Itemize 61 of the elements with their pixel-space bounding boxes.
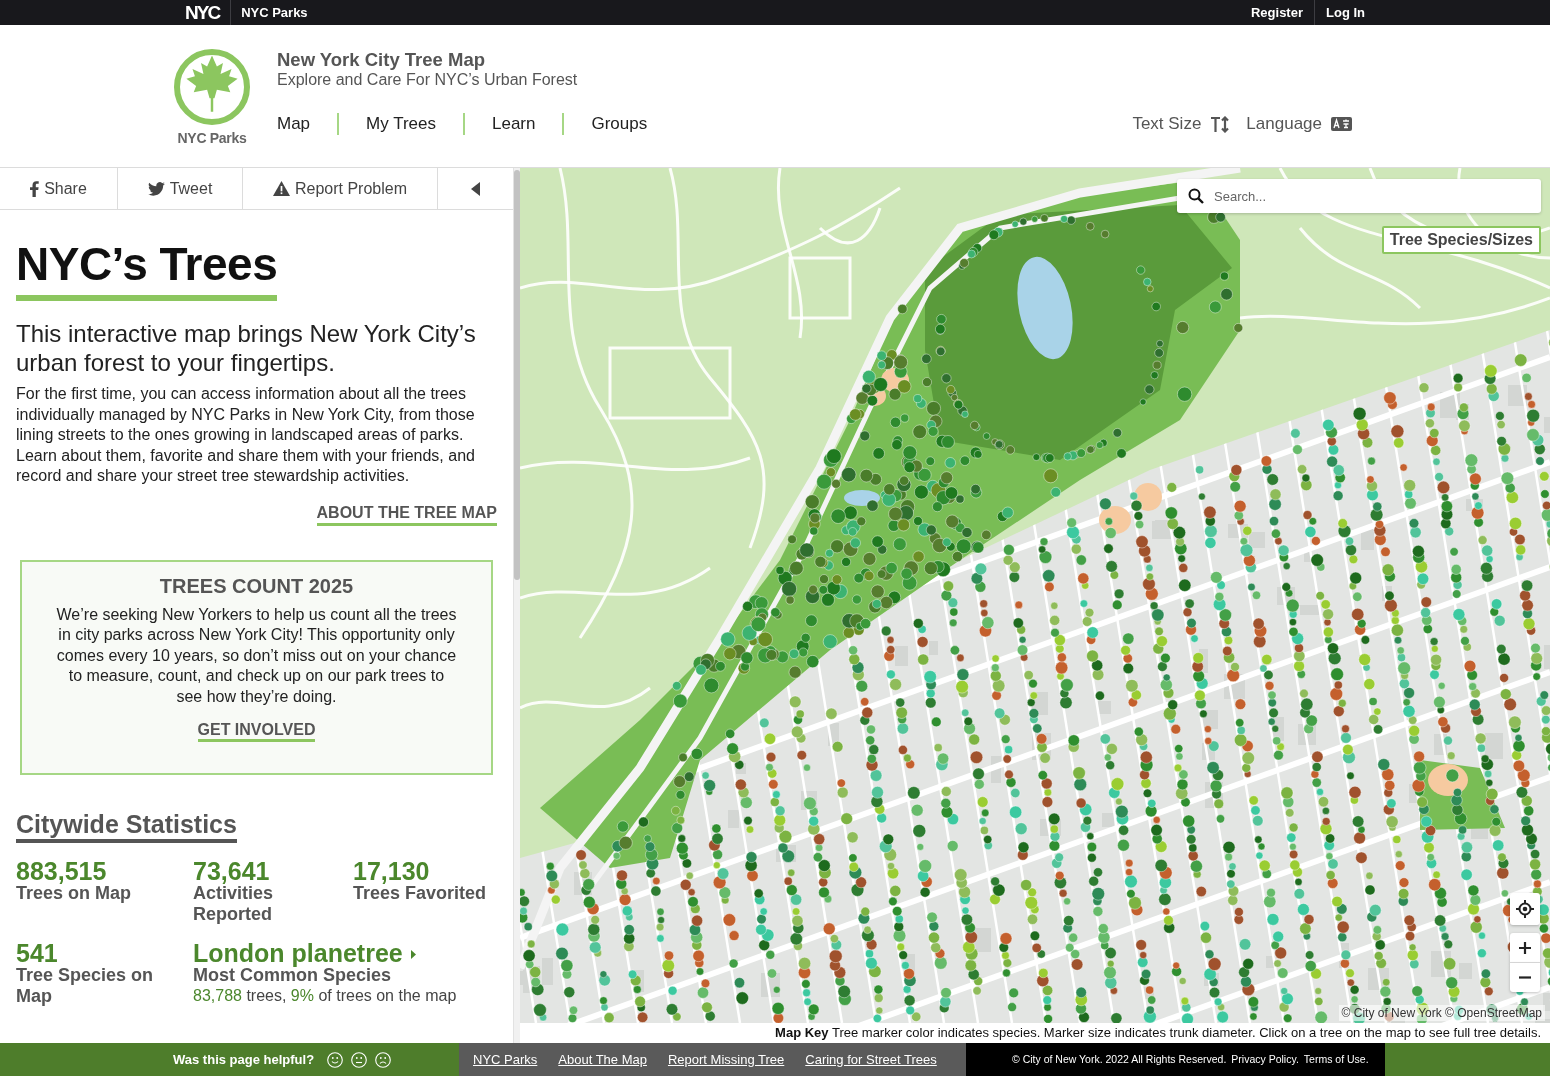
nav-link[interactable]: My Trees (339, 114, 463, 134)
map-attribution: © City of New York © OpenStreetMap (1338, 1005, 1545, 1021)
caret-right-icon (410, 949, 416, 959)
site-link[interactable]: NYC Parks (231, 2, 308, 23)
legal-link[interactable]: Terms of Use. (1303, 1051, 1369, 1068)
panel-title: NYC’s Trees (16, 238, 278, 301)
promo-title: TREES COUNT 2025 (159, 573, 354, 598)
facebook-icon (30, 180, 40, 197)
stats-heading: Citywide Statistics (16, 809, 237, 843)
account-link[interactable]: Log In (1315, 2, 1365, 23)
intro-text: For the first time, you can access information about all the trees individually managed by NYC Parks in New York City, from those lining streets to the ones growing in landscaped areas of parks. Learn about them, favorite and share them with your friends, and record and share your street tree stewardship activities. (16, 384, 476, 486)
tool-button[interactable]: Text Size (1132, 114, 1231, 134)
footer-link[interactable]: About The Map (558, 1049, 647, 1070)
copyright-text: © City of New York. 2022 All Rights Reserved. (1012, 1051, 1227, 1067)
legal-link[interactable]: Privacy Policy. (1231, 1051, 1299, 1068)
footer-link[interactable]: Report Missing Tree (667, 1049, 785, 1070)
zoom-in-button[interactable] (1510, 933, 1540, 963)
tool-button[interactable]: Language (1246, 114, 1352, 134)
search-icon (1188, 188, 1204, 204)
feedback-question: Was this page helpful? (173, 1050, 315, 1069)
stat-value: 883,515 (16, 858, 107, 883)
text-size-icon (1210, 115, 1231, 133)
nav-link[interactable]: Learn (465, 114, 563, 134)
tweet-button[interactable]: Tweet (118, 168, 243, 209)
tree-species-sizes-button[interactable]: Tree Species/Sizes (1381, 226, 1541, 254)
nav-link[interactable]: Map (277, 114, 338, 134)
locate-button[interactable] (1510, 893, 1540, 925)
smiley-face-icon[interactable] (327, 1051, 344, 1068)
site-title: New York City Tree Map (277, 49, 486, 71)
share-button[interactable]: Share (0, 168, 118, 209)
minus-icon (1519, 976, 1531, 979)
nyc-logo[interactable]: NYC (185, 3, 231, 22)
nav-link[interactable]: Groups (564, 114, 675, 134)
about-link[interactable]: ABOUT THE TREE MAP (316, 502, 497, 526)
search-field[interactable]: Search... (1177, 179, 1541, 213)
stat-value: 17,130 (353, 858, 430, 883)
account-link[interactable]: Register (1239, 2, 1314, 23)
caret-left-icon (471, 181, 480, 196)
promo-text: We’re seeking New Yorkers to help us count all the trees in city parks across New York City! This opportunity only comes every 10 years, so don’t miss out on your chance to measure, count, and check up on our park trees to see how they’re doing. (55, 604, 458, 707)
language-icon (1331, 117, 1352, 131)
map-key-text: Map Key Tree marker color indicates species. Marker size indicates trunk diameter. Click on a tree on the map to see full tree details. (775, 1025, 1541, 1041)
species-link[interactable]: London planetree (193, 940, 416, 965)
plus-icon (1519, 941, 1531, 954)
lead-text: This interactive map brings New York City’s urban forest to your fingertips. (16, 319, 477, 377)
sad-face-icon[interactable] (375, 1051, 392, 1068)
get-involved-link[interactable]: GET INVOLVED (197, 720, 316, 742)
map-drawing[interactable] (520, 168, 1550, 1023)
footer-link[interactable]: NYC Parks (473, 1049, 538, 1070)
stat-label: Tree Species on Map (16, 964, 155, 1007)
neutral-face-icon[interactable] (351, 1051, 368, 1068)
site-subtitle: Explore and Care For NYC’s Urban Forest (277, 70, 578, 90)
stat-value: 73,641 (193, 858, 270, 883)
footer-link[interactable]: Caring for Street Trees (805, 1049, 937, 1070)
stat-value: 541 (16, 940, 58, 965)
zoom-out-button[interactable] (1510, 963, 1540, 992)
report-problem-button[interactable]: Report Problem (243, 168, 438, 209)
twitter-icon (147, 181, 165, 196)
species-detail: 83,788 trees, 9% of trees on the map (193, 985, 457, 1006)
locate-icon (1516, 900, 1534, 918)
logo-caption: NYC Parks (176, 130, 248, 146)
warning-icon (272, 181, 290, 196)
